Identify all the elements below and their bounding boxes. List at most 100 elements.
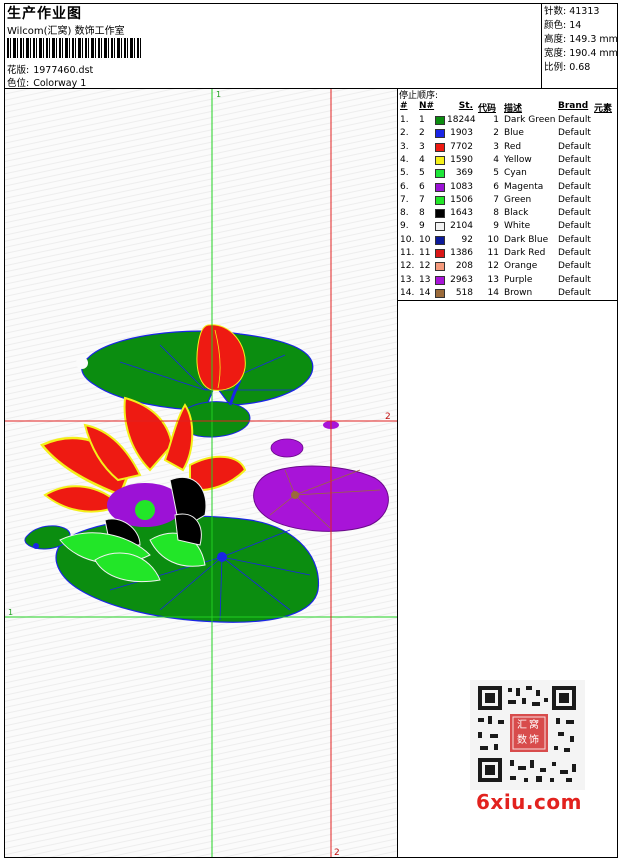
main-divider	[397, 88, 398, 858]
thread-row: 11. 11 1386 11 Dark Red Default	[399, 248, 617, 261]
thread-index: 1.	[400, 115, 409, 125]
thread-code: 13	[487, 274, 499, 285]
thread-needle: 14	[419, 287, 431, 298]
thread-brand: Default	[558, 221, 591, 232]
thread-description: Magenta	[504, 181, 544, 192]
thread-index: 8.	[400, 208, 409, 219]
thread-description: Dark Red	[504, 248, 546, 258]
thread-description: Green	[504, 194, 532, 205]
thread-stitches: 1386	[450, 248, 473, 258]
thread-needle: 9	[419, 221, 425, 232]
thread-stitches: 7702	[450, 141, 473, 152]
guide-green-v-label: 1	[216, 90, 221, 99]
thread-stitches: 92	[461, 234, 473, 245]
thread-index: 6.	[400, 181, 409, 192]
thread-description: Orange	[504, 261, 538, 272]
thread-index: 3.	[400, 141, 409, 152]
thread-description: Red	[504, 141, 522, 152]
thread-brand: Default	[558, 261, 591, 272]
thread-brand: Default	[558, 115, 591, 125]
thread-code: 14	[487, 287, 499, 298]
col-desc: 描述	[504, 104, 523, 114]
col-code: 代码	[477, 104, 496, 114]
thread-brand: Default	[558, 141, 591, 152]
qr-seal: 汇窝数饰	[517, 720, 541, 746]
lily-pad-purple	[253, 465, 389, 532]
guide-red-v-label: 2	[334, 848, 340, 857]
thread-color-swatch	[435, 169, 445, 179]
thread-color-swatch	[435, 288, 445, 298]
thread-description: Cyan	[504, 168, 527, 179]
design-stats: 针数: 41313 颜色: 14 高度: 149.3 mm 宽度: 190.4 mm 比…	[544, 5, 618, 75]
thread-description: Blue	[504, 128, 524, 139]
thread-code: 7	[493, 194, 499, 205]
thread-stitches: 208	[455, 261, 473, 272]
thread-needle: 13	[419, 274, 431, 285]
thread-index: 11.	[400, 248, 415, 258]
thread-index: 7.	[400, 194, 409, 205]
thread-description: White	[504, 221, 531, 232]
thread-index: 2.	[400, 128, 409, 139]
thread-row: 3. 3 7702 3 Red Default	[399, 142, 617, 155]
stitches-value: 41313	[569, 6, 600, 17]
thread-description: Yellow	[504, 154, 532, 165]
watermark: 6xiu.com	[476, 790, 582, 814]
colors-value: 14	[569, 20, 582, 31]
thread-description: Purple	[504, 274, 533, 285]
thread-code: 2	[493, 128, 499, 139]
thread-description: Dark Green	[504, 115, 556, 125]
thread-color-swatch	[435, 142, 445, 152]
col-num: N#	[419, 101, 435, 111]
thread-index: 9.	[400, 221, 409, 232]
thread-code: 8	[493, 208, 499, 219]
thread-needle: 10	[419, 234, 431, 245]
thread-brand: Default	[558, 168, 591, 179]
thread-row: 6. 6 1083 6 Magenta Default	[399, 182, 617, 195]
page-title: 生产作业图	[7, 6, 82, 22]
thread-needle: 11	[419, 248, 431, 258]
col-idx: #	[400, 101, 408, 111]
guide-green-h-label: 1	[8, 608, 13, 617]
colorway-line: 色位: Colorway 1	[7, 75, 86, 89]
thread-description: Dark Blue	[504, 234, 549, 245]
width-value: 190.4 mm	[569, 48, 618, 59]
thread-row: 1. 1 18244 1 Dark Green Default	[399, 115, 617, 128]
thread-code: 4	[493, 154, 499, 165]
thread-row: 7. 7 1506 7 Green Default	[399, 195, 617, 208]
thread-needle: 5	[419, 168, 425, 179]
height-value: 149.3 mm	[569, 34, 618, 45]
thread-stitches: 2963	[450, 274, 473, 285]
thread-color-swatch	[435, 116, 445, 125]
thread-description: Brown	[504, 287, 533, 298]
guide-red-h-label: 2	[385, 412, 391, 422]
studio-subtitle: Wilcom(汇窝) 数饰工作室	[7, 26, 125, 37]
thread-stitches: 2104	[450, 221, 473, 232]
thread-brand: Default	[558, 128, 591, 139]
thread-index: 4.	[400, 154, 409, 165]
thread-index: 13.	[400, 274, 415, 285]
stats-divider	[541, 3, 542, 89]
thread-brand: Default	[558, 274, 591, 285]
thread-brand: Default	[558, 287, 591, 298]
thread-brand: Default	[558, 181, 591, 192]
thread-code: 6	[493, 181, 499, 192]
thread-table-header: # N# St. 代码 描述 Brand 元素	[399, 101, 617, 114]
col-brand: Brand	[558, 101, 589, 111]
thread-needle: 8	[419, 208, 425, 219]
thread-index: 10.	[400, 234, 415, 245]
width-label: 宽度:	[544, 48, 567, 59]
thread-row: 5. 5 369 5 Cyan Default	[399, 168, 617, 181]
stop-sequence-caption: 停止顺序:	[399, 91, 439, 101]
thread-color-swatch	[435, 235, 445, 245]
scale-value: 0.68	[569, 62, 591, 73]
thread-row: 12. 12 208 12 Orange Default	[399, 261, 617, 274]
thread-row: 4. 4 1590 4 Yellow Default	[399, 155, 617, 168]
thread-brand: Default	[558, 154, 591, 165]
thread-row: 14. 14 518 14 Brown Default	[399, 288, 617, 301]
thread-stitches: 1083	[450, 181, 473, 192]
thread-color-swatch	[435, 195, 445, 205]
thread-stitches: 1903	[450, 128, 473, 139]
thread-color-swatch	[435, 249, 445, 258]
thread-color-swatch	[435, 262, 445, 272]
thread-row: 13. 13 2963 13 Purple Default	[399, 275, 617, 288]
